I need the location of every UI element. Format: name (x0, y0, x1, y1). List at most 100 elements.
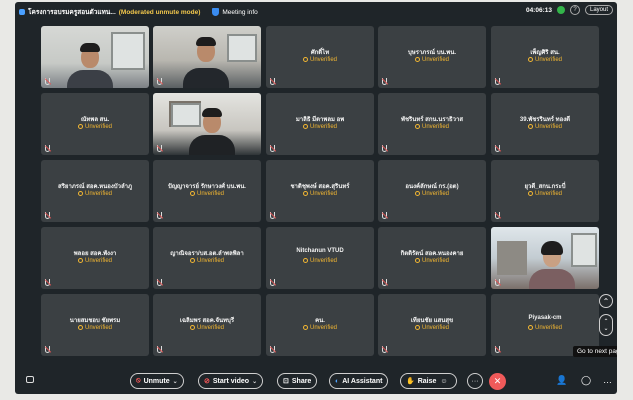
warning-icon (77, 191, 83, 196)
page-navigation: ⌃ ⌃ ⌄ (599, 294, 613, 342)
participant-name: นายสมชอบ ชัยพรม (69, 318, 121, 324)
leave-meeting-button[interactable]: ✕ (489, 373, 506, 390)
person-body (529, 269, 575, 289)
muted-mic-icon (270, 346, 275, 353)
participant-name: เพ็ญศิริ สน. (530, 50, 560, 56)
participant-tile[interactable]: เฉลิมพร สอค.จันทบุรี Unverified (153, 294, 261, 356)
share-screen-icon: ⊡ (283, 378, 289, 385)
participant-video-2[interactable] (153, 26, 261, 88)
muted-mic-icon (270, 279, 275, 286)
participant-tile[interactable]: พลอย สอค.พังงา Unverified (41, 227, 149, 289)
warning-icon (77, 325, 83, 330)
participant-tile[interactable]: ยุวดี_สกน.กระบี่ Unverified (491, 160, 599, 222)
verification-status: Unverified (266, 57, 374, 63)
participants-icon[interactable]: 👤 (556, 375, 567, 386)
person-hair (541, 241, 563, 255)
participant-tile[interactable]: Nitchanun VTUD Unverified (266, 227, 374, 289)
participant-tile[interactable]: ชาติชุพงษ์ สอค.สุรินทร์ Unverified (266, 160, 374, 222)
participant-tile[interactable]: ณัทพล สน. Unverified (41, 93, 149, 155)
participant-tile[interactable]: พัชรินทร์ สกน.นราธิวาส Unverified (378, 93, 486, 155)
unmute-label: Unmute (143, 377, 170, 385)
participant-video-1[interactable] (41, 26, 149, 88)
more-horizontal-icon[interactable]: … (603, 375, 612, 385)
meeting-info-button[interactable]: Meeting info (212, 8, 258, 16)
share-button[interactable]: ⊡ Share (277, 373, 318, 389)
participant-tile[interactable]: คน. Unverified (266, 294, 374, 356)
meeting-mode: (Moderated unmute mode) (118, 8, 201, 16)
verification-status: Unverified (41, 191, 149, 197)
chat-bubble-icon[interactable]: ◯ (581, 375, 591, 386)
participant-tile[interactable]: ปัญญาจารย์ รักษาวงศ์ บน.พน. Unverified (153, 160, 261, 222)
connection-status-icon[interactable] (556, 6, 565, 14)
verification-status: Unverified (266, 191, 374, 197)
participant-name: ชาติชุพงษ์ สอค.สุรินทร์ (290, 184, 350, 190)
muted-mic-icon: ⦸ (136, 377, 141, 384)
muted-mic-icon (270, 145, 275, 152)
chevron-down-icon: ⌄ (603, 326, 609, 332)
warning-icon (414, 57, 420, 62)
participant-video-3[interactable] (153, 93, 261, 155)
participant-name: 39.พัชรรินทร์ ทองดี (519, 117, 571, 123)
start-video-button[interactable]: ⊘ Start video ⌄ (198, 373, 264, 389)
verification-status: Unverified (491, 191, 599, 197)
participant-name: สริยาภรณ์ สอค.หนองบัวลำภู (58, 184, 132, 190)
participant-tile[interactable]: ศักดิ์ไท Unverified (266, 26, 374, 88)
muted-mic-icon (382, 279, 387, 286)
verification-status: Unverified (266, 325, 374, 331)
chevron-up-icon: ⌃ (603, 319, 609, 325)
participant-name: เทียนชัย แสนสุข (410, 318, 454, 324)
reactions-icon[interactable]: ☺ (440, 378, 447, 385)
share-label: Share (291, 377, 312, 385)
layout-button[interactable]: Layout (584, 5, 613, 15)
chat-icon[interactable] (26, 376, 34, 383)
background-window (227, 34, 257, 62)
warning-icon (189, 191, 195, 196)
participant-name: ญาณิจอรา/บส.อต.ลำพลพิลา (170, 251, 244, 257)
verification-status: Unverified (378, 57, 486, 63)
ai-assistant-button[interactable]: ◐ AI Assistant (329, 373, 389, 389)
muted-mic-icon (495, 346, 500, 353)
warning-icon (77, 258, 83, 263)
chevron-down-icon[interactable]: ⌄ (173, 378, 178, 385)
warning-icon (527, 191, 533, 196)
verification-status: Unverified (41, 258, 149, 264)
participant-name: อนงค์ลักษณ์ กร.(อต) (405, 184, 459, 190)
participant-video-4[interactable] (491, 227, 599, 289)
previous-page-button[interactable]: ⌃ (599, 294, 613, 308)
warning-icon (414, 124, 420, 129)
more-options-button[interactable]: ··· (467, 373, 483, 389)
participant-name: กิตติรัตน์ สอค.หนองคาย (400, 251, 464, 257)
next-page-button[interactable]: ⌃ ⌄ (599, 314, 613, 336)
participant-tile[interactable]: เทียนชัย แสนสุข Unverified (378, 294, 486, 356)
warning-icon (527, 57, 533, 62)
participant-name: ปัญญาจารย์ รักษาวงศ์ บน.พน. (168, 184, 246, 190)
video-scene (491, 227, 599, 289)
participant-name: ศักดิ์ไท (310, 50, 330, 56)
more-icon: ··· (471, 377, 479, 385)
layout-label: Layout (589, 7, 608, 13)
participant-tile[interactable]: บุษราภรณ์ บน.พน. Unverified (378, 26, 486, 88)
participant-tile[interactable]: ญาณิจอรา/บส.อต.ลำพลพิลา Unverified (153, 227, 261, 289)
muted-mic-icon (157, 279, 162, 286)
video-off-icon: ⊘ (204, 378, 210, 385)
participant-name: ยุวดี_สกน.กระบี่ (524, 184, 566, 190)
participant-tile[interactable]: กิตติรัตน์ สอค.หนองคาย Unverified (378, 227, 486, 289)
muted-mic-icon (157, 145, 162, 152)
person-hair (196, 37, 216, 46)
participant-tile[interactable]: เพ็ญศิริ สน. Unverified (491, 26, 599, 88)
participant-tile[interactable]: นายสมชอบ ชัยพรม Unverified (41, 294, 149, 356)
raise-hand-icon: ✋ (406, 378, 415, 385)
participant-tile[interactable]: อนงค์ลักษณ์ กร.(อต) Unverified (378, 160, 486, 222)
participant-tile[interactable]: มาลิธิ มีดาพลม อพ Unverified (266, 93, 374, 155)
close-icon: ✕ (493, 376, 502, 386)
participant-tile[interactable]: สริยาภรณ์ สอค.หนองบัวลำภู Unverified (41, 160, 149, 222)
help-icon[interactable]: ? (569, 5, 580, 15)
raise-button[interactable]: ✋ Raise ☺ (400, 373, 457, 389)
chevron-down-icon[interactable]: ⌄ (252, 378, 257, 385)
muted-mic-icon (495, 78, 500, 85)
video-scene (41, 26, 149, 88)
participant-tile[interactable]: 39.พัชรรินทร์ ทองดี Unverified (491, 93, 599, 155)
meeting-title: โครงการอบรมครูสอนตัวแทน... (28, 9, 116, 16)
next-page-tooltip: Go to next page (573, 346, 617, 357)
unmute-button[interactable]: ⦸ Unmute ⌄ (130, 373, 184, 389)
